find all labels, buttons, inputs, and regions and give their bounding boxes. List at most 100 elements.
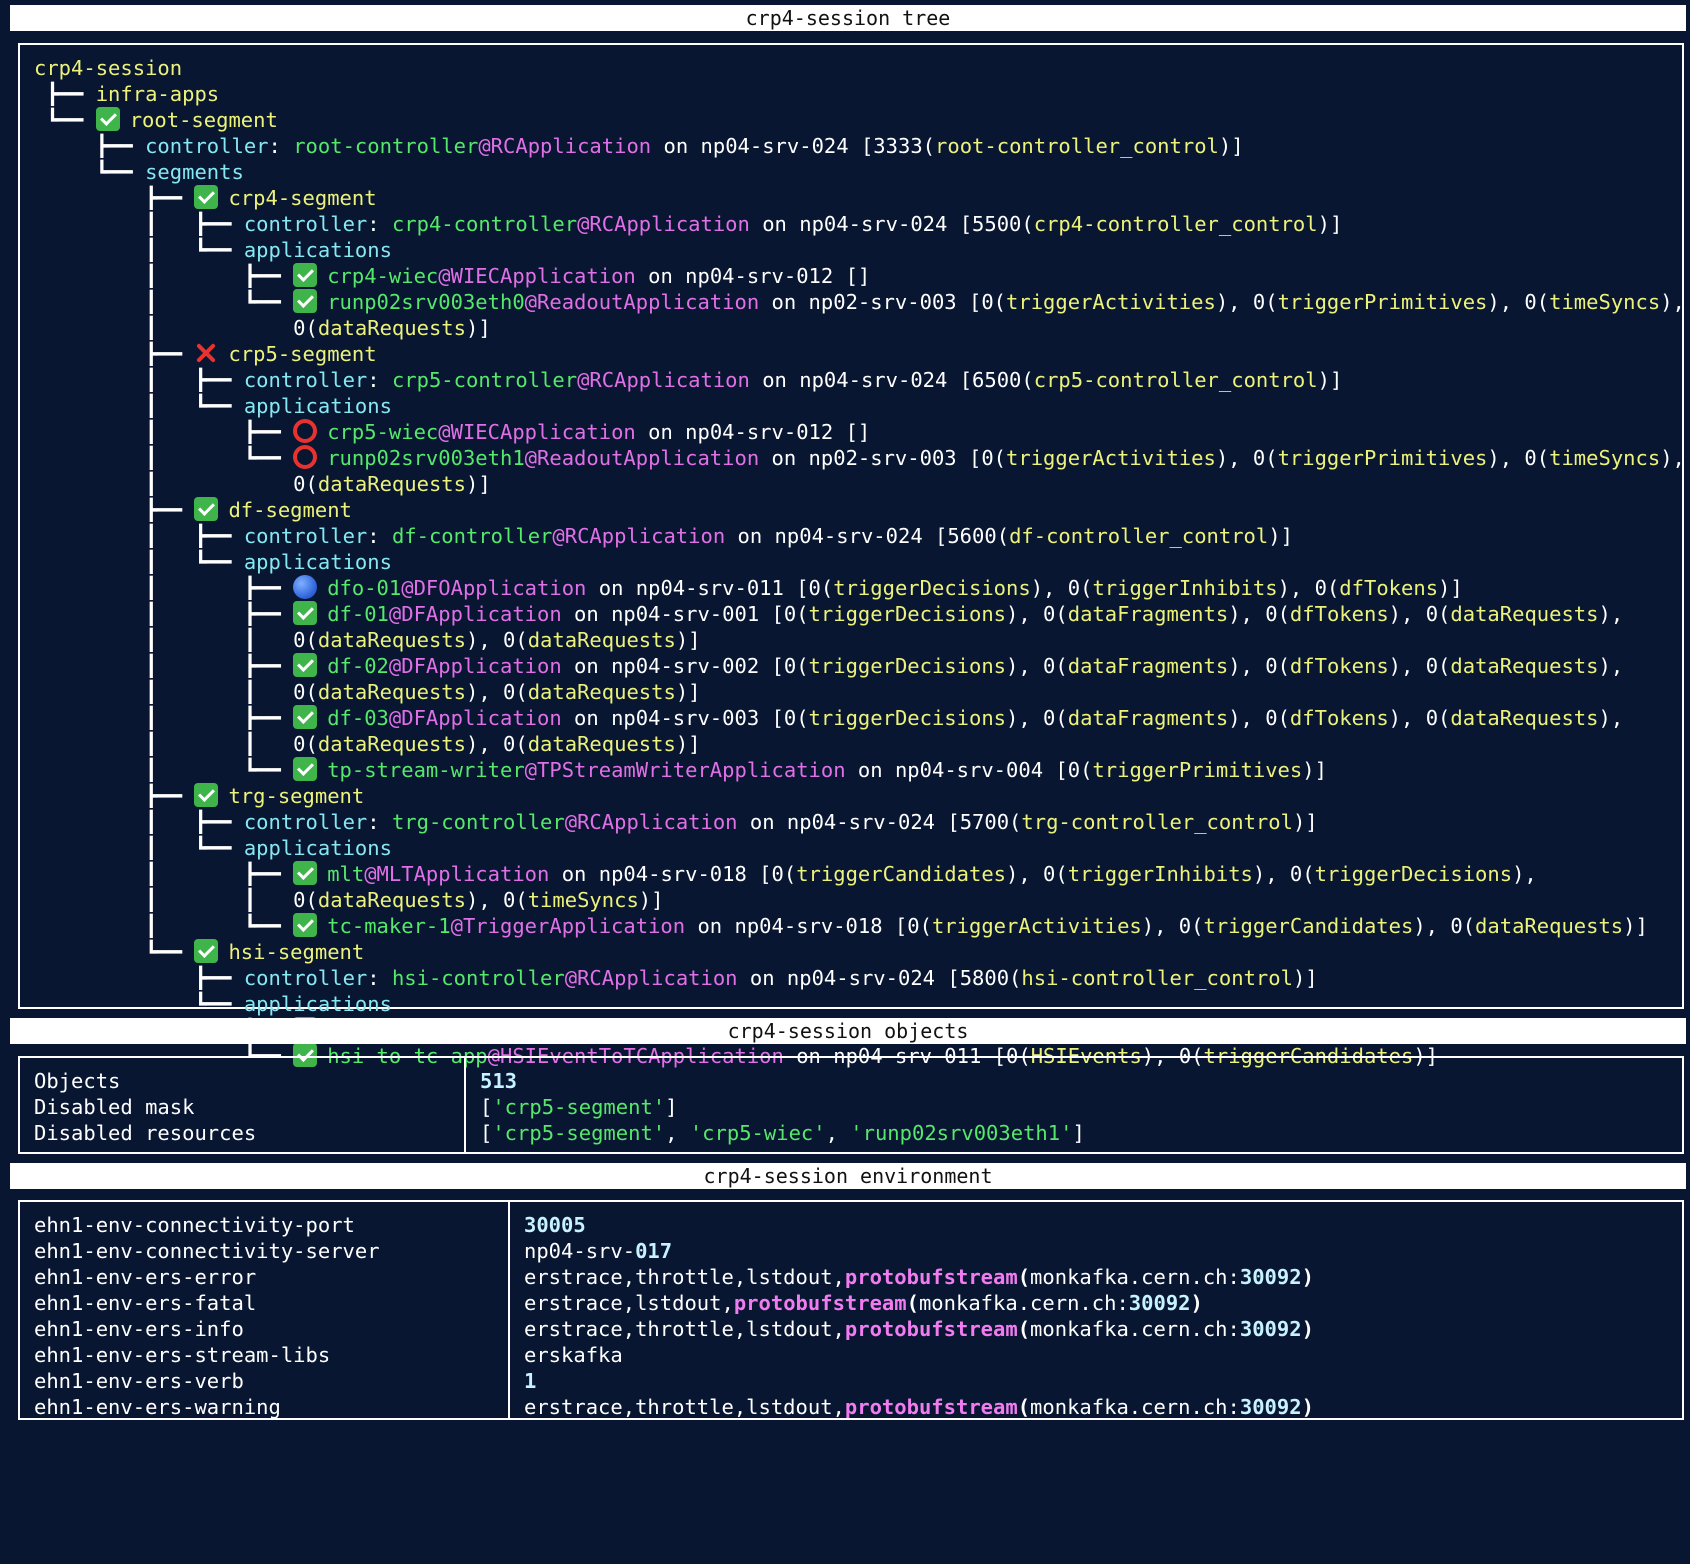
text-segment: ), 0( <box>1006 706 1068 730</box>
objects-title: crp4-session objects <box>10 1018 1686 1044</box>
text-segment: )] <box>1438 576 1463 600</box>
text-segment: ┣━━ <box>34 186 195 210</box>
text-segment: triggerDecisions <box>808 602 1007 626</box>
env-value: erstrace,throttle,lstdout,protobufstream… <box>524 1394 1314 1420</box>
text-segment: runp02srv003eth1 <box>327 446 525 470</box>
text-segment: @ReadoutApplication <box>524 290 760 314</box>
env-key: ehn1-env-ers-error <box>34 1265 257 1289</box>
tree-node: ┃ ┣━━ df-03@DFApplication on np04-srv-00… <box>34 705 1668 731</box>
text-segment: 30092 <box>1239 1265 1302 1289</box>
text-segment: ┃ ┗━━ <box>34 758 294 782</box>
text-segment: ┃ ┣━━ <box>34 654 294 678</box>
text-segment: )] <box>1268 524 1293 548</box>
tree-node: ┃ ┣━━ dfo-01@DFOApplication on np04-srv-… <box>34 575 1668 601</box>
text-segment: ┣━━ <box>34 966 244 990</box>
text-segment: dfTokens <box>1289 706 1389 730</box>
text-segment: ), 0( <box>465 732 528 756</box>
check-icon <box>293 653 318 677</box>
env-value: 1 <box>524 1368 1314 1394</box>
text-segment: ), 0( <box>1215 290 1278 314</box>
text-segment: protobufstream <box>844 1317 1018 1341</box>
tree-node: ┗━━ hsi-segment <box>34 939 1668 965</box>
text-segment: ( <box>906 1291 919 1315</box>
text-segment: ┃ ┣━━ <box>34 212 244 236</box>
text-segment: on np04-srv-024 [5600( <box>725 524 1010 548</box>
text-segment: applications <box>243 836 392 860</box>
tree-node: ┣━━ crp4-segment <box>34 185 1668 211</box>
text-segment: : <box>268 134 294 158</box>
text-segment: ( <box>1017 1395 1031 1419</box>
blue-dot-icon <box>293 575 318 599</box>
env-key: ehn1-env-connectivity-server <box>34 1239 380 1263</box>
text-segment: ┃ ┣━━ <box>34 706 294 730</box>
text-segment: on np04-srv-024 [5700( <box>737 810 1022 834</box>
text-segment: ┗━━ <box>34 108 96 132</box>
text-segment: 30092 <box>1239 1317 1302 1341</box>
text-segment: dataRequests <box>317 888 466 912</box>
text-segment: )] <box>1317 368 1343 392</box>
text-segment: crp5-wiec <box>327 420 439 444</box>
tree-node: ┃ ┗━━ applications <box>34 835 1668 861</box>
text-segment: ] <box>1072 1121 1085 1145</box>
text-segment: on np04-srv-011 [0( <box>586 576 834 600</box>
text-segment: [ <box>480 1121 493 1145</box>
env-key: ehn1-env-ers-fatal <box>34 1291 257 1315</box>
text-segment: dataRequests <box>527 732 676 756</box>
text-segment: on np04-srv-012 [] <box>635 264 871 288</box>
text-segment: @DFApplication <box>388 602 562 626</box>
text-segment: 'crp5-segment' <box>492 1121 666 1145</box>
text-segment: dataRequests <box>317 628 466 652</box>
environment-keys: ehn1-env-connectivity-port ehn1-env-conne… <box>20 1202 510 1419</box>
text-segment: @WIECApplication <box>438 420 636 444</box>
check-icon <box>293 913 318 937</box>
text-segment: ), <box>1660 290 1685 314</box>
text-segment: ┣━━ <box>34 82 96 106</box>
text-segment: protobufstream <box>733 1291 907 1315</box>
text-segment: ), 0( <box>1388 706 1451 730</box>
object-key: Disabled resources <box>34 1121 257 1145</box>
tree-node: ┃ ┣━━ df-02@DFApplication on np04-srv-00… <box>34 653 1668 679</box>
text-segment: root-controller_control <box>935 134 1219 158</box>
text-segment: ┃ 0( <box>34 316 318 340</box>
tree-node: ┃ ┃ 0(dataRequests), 0(dataRequests)] <box>34 627 1668 653</box>
text-segment: 'crp5-segment' <box>492 1095 666 1119</box>
text-segment: : <box>367 966 392 990</box>
text-segment: ┃ ┣━━ <box>34 264 294 288</box>
text-segment: erskafka <box>524 1343 623 1367</box>
tree-node: ┃ ┣━━ df-01@DFApplication on np04-srv-00… <box>34 601 1668 627</box>
text-segment: on np04-srv-018 [0( <box>685 914 932 938</box>
text-segment: ┃ ┣━━ <box>34 524 244 548</box>
text-segment: ), 0( <box>1228 602 1290 626</box>
text-segment: ┃ ┣━━ <box>34 576 294 600</box>
tree-node: ┗━━ root-segment <box>34 107 1668 133</box>
check-icon <box>194 939 219 963</box>
text-segment: )] <box>675 680 701 704</box>
text-segment: )] <box>675 628 701 652</box>
text-segment: ) <box>1190 1291 1203 1315</box>
text-segment: protobufstream <box>844 1265 1018 1289</box>
check-icon <box>194 185 219 209</box>
tree-node: ┃ ┣━━ mlt@MLTApplication on np04-srv-018… <box>34 861 1668 887</box>
tree-node: ┃ ┣━━ controller: df-controller@RCApplic… <box>34 523 1668 549</box>
text-segment: ), <box>1660 446 1685 470</box>
text-segment: segments <box>145 160 244 184</box>
text-segment: ), 0( <box>1277 576 1340 600</box>
env-value: erskafka <box>524 1342 1314 1368</box>
text-segment: dataRequests <box>527 680 676 704</box>
text-segment: ), 0( <box>1006 862 1068 886</box>
text-segment: ), <box>1598 602 1624 626</box>
tree-node: ┃ ┃ 0(dataRequests), 0(dataRequests)] <box>34 731 1668 757</box>
tree-node: ┃ ┣━━ controller: crp4-controller@RCAppl… <box>34 211 1668 237</box>
tree-node: ┣━━ trg-segment <box>34 783 1668 809</box>
text-segment: dataRequests <box>1450 654 1599 678</box>
text-segment: ┃ ┗━━ <box>34 290 294 314</box>
tree-lines: crp4-session ┣━━ infra-apps ┗━━ root-seg… <box>34 55 1685 1069</box>
text-segment: ), 0( <box>1228 706 1290 730</box>
text-segment: dataFragments <box>1067 706 1229 730</box>
text-segment: triggerPrimitives <box>1092 758 1303 782</box>
text-segment: dfTokens <box>1289 654 1389 678</box>
text-segment: ), 0( <box>1141 914 1204 938</box>
text-segment: tc-maker-1 <box>327 914 451 938</box>
text-segment: triggerInhibits <box>1092 576 1278 600</box>
env-key: ehn1-env-connectivity-port <box>34 1213 355 1237</box>
